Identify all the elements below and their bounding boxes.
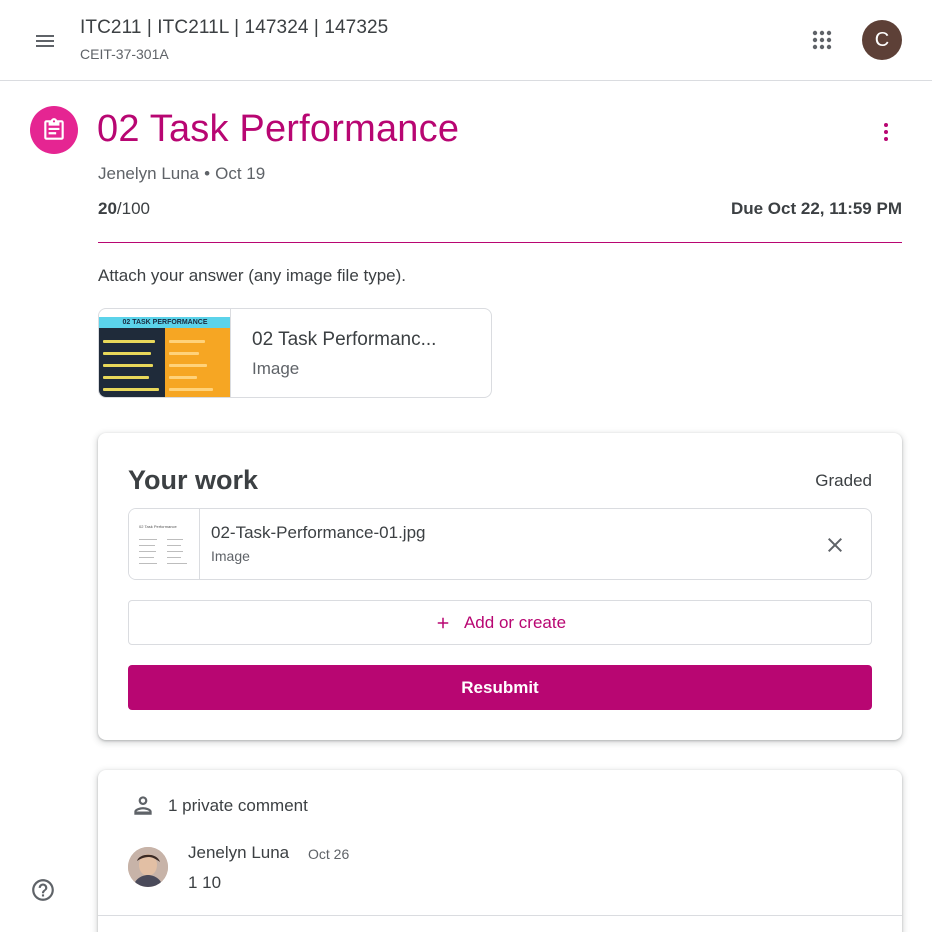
thumb-line bbox=[167, 563, 187, 564]
thumb-line bbox=[167, 545, 181, 546]
resubmit-button[interactable]: Resubmit bbox=[128, 665, 872, 710]
thumbnail-banner: 02 TASK PERFORMANCE bbox=[99, 317, 230, 328]
file-thumbnail: 02 Task Performance bbox=[129, 509, 200, 579]
thumb-line bbox=[103, 340, 155, 343]
thumb-line bbox=[167, 551, 183, 552]
status-badge: Graded bbox=[815, 471, 872, 490]
assignment-icon bbox=[30, 106, 78, 154]
meta-separator: • bbox=[204, 164, 211, 183]
file-name: 02-Task-Performance-01.jpg bbox=[211, 523, 426, 542]
points-earned: 20 bbox=[98, 199, 117, 218]
thumb-line bbox=[139, 545, 155, 546]
add-or-create-label: Add or create bbox=[463, 612, 567, 632]
due-date: Due Oct 22, 11:59 PM bbox=[730, 199, 902, 218]
thumb-line bbox=[139, 563, 157, 564]
header-divider bbox=[98, 242, 902, 243]
attachment-name: 02 Task Performanc... bbox=[252, 329, 437, 350]
comment-date: Oct 26 bbox=[308, 846, 350, 862]
assignment-author: Jenelyn Luna bbox=[98, 164, 200, 183]
comment-text: 1 10 bbox=[188, 873, 222, 892]
plus-icon bbox=[434, 614, 452, 632]
attachment-card[interactable]: 02 TASK PERFORMANCE 02 Task Performanc..… bbox=[98, 308, 492, 398]
commenter-avatar bbox=[128, 847, 168, 887]
points-total: /100 bbox=[116, 199, 151, 218]
more-options-icon[interactable] bbox=[864, 110, 908, 154]
thumb-line bbox=[169, 340, 205, 343]
thumb-line bbox=[103, 364, 153, 367]
thumb-line bbox=[103, 388, 159, 391]
thumb-line bbox=[103, 352, 151, 355]
account-avatar[interactable]: C bbox=[862, 20, 902, 60]
help-circle-icon[interactable] bbox=[24, 871, 62, 909]
thumb-line bbox=[139, 539, 157, 540]
thumbnail-left-panel bbox=[99, 328, 165, 397]
thumb-line bbox=[169, 352, 199, 355]
file-type: Image bbox=[211, 548, 250, 564]
your-work-card: Your work Graded 02 Task Performance 02-… bbox=[98, 433, 902, 740]
thumb-line bbox=[167, 557, 181, 558]
add-or-create-button[interactable]: Add or create bbox=[128, 600, 872, 645]
instructions: Attach your answer (any image file type)… bbox=[98, 266, 407, 285]
thumbnail-right-panel bbox=[165, 328, 230, 397]
points: 20/100 bbox=[98, 199, 150, 219]
course-section: CEIT-37-301A bbox=[80, 46, 169, 62]
course-title[interactable]: ITC211 | ITC211L | 147324 | 147325 bbox=[80, 17, 388, 39]
person-icon bbox=[130, 792, 156, 818]
private-comment-count[interactable]: 1 private comment bbox=[168, 796, 308, 816]
submitted-file[interactable]: 02 Task Performance 02-Task-Performance-… bbox=[128, 508, 872, 580]
comment-divider bbox=[98, 915, 902, 916]
thumb-line bbox=[139, 551, 156, 552]
comment-author: Jenelyn Luna bbox=[188, 843, 290, 862]
hamburger-menu-icon[interactable] bbox=[22, 18, 68, 64]
attachment-thumbnail: 02 TASK PERFORMANCE bbox=[99, 309, 231, 397]
thumb-line bbox=[139, 557, 154, 558]
file-thumbnail-title: 02 Task Performance bbox=[139, 524, 177, 529]
posted-date: Oct 19 bbox=[215, 164, 266, 183]
thumb-line bbox=[169, 376, 197, 379]
your-work-title: Your work bbox=[128, 465, 259, 495]
private-comments-card: 1 private comment Jenelyn Luna Oct 26 1 … bbox=[98, 770, 902, 932]
close-icon[interactable] bbox=[813, 523, 857, 567]
thumb-line bbox=[103, 376, 149, 379]
attachment-type: Image bbox=[252, 359, 300, 378]
top-app-bar: ITC211 | ITC211L | 147324 | 147325 CEIT-… bbox=[0, 0, 932, 81]
assignment-meta: Jenelyn Luna • Oct 19 bbox=[98, 164, 265, 184]
page-title: 02 Task Performance bbox=[97, 108, 460, 150]
thumb-line bbox=[169, 364, 207, 367]
thumb-line bbox=[169, 388, 213, 391]
thumb-line bbox=[167, 539, 183, 540]
apps-grid-icon[interactable] bbox=[800, 18, 844, 62]
